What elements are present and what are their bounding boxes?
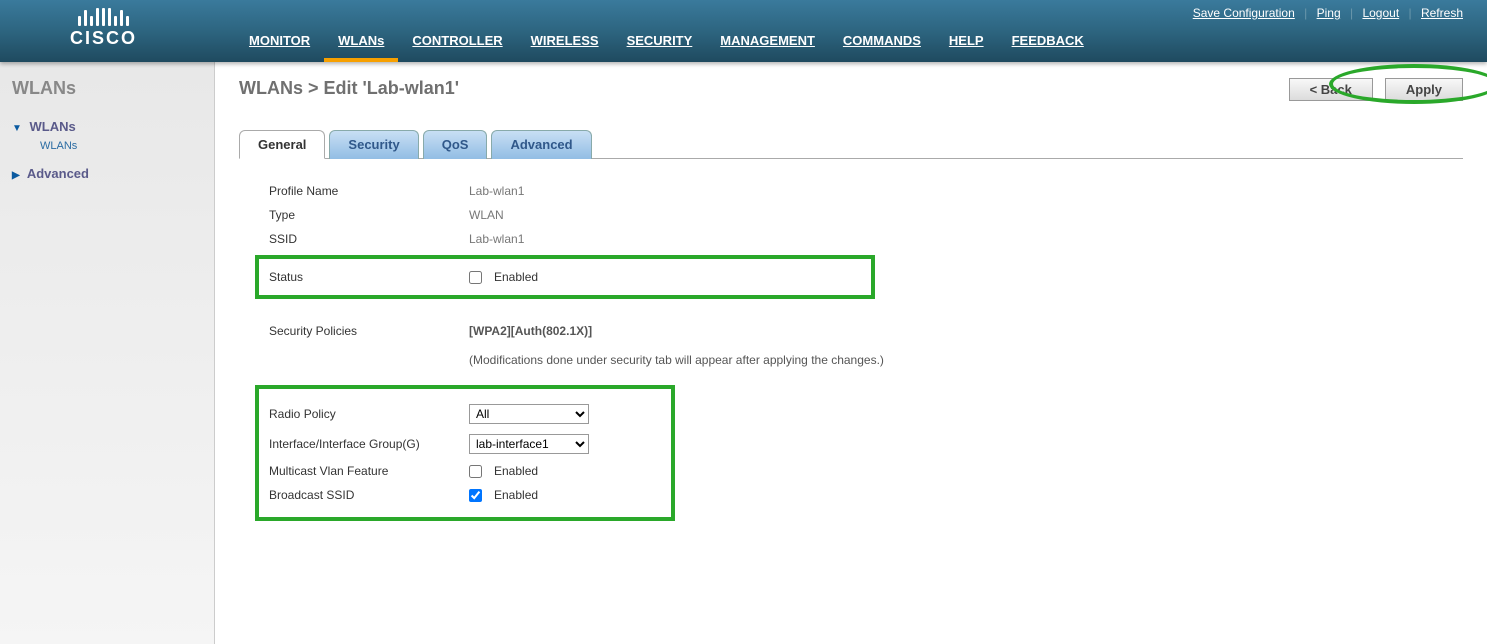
nav-feedback[interactable]: FEEDBACK (998, 21, 1098, 62)
nav-wireless[interactable]: WIRELESS (517, 21, 613, 62)
security-policies-value: [WPA2][Auth(802.1X)] (469, 324, 592, 338)
status-enabled-text: Enabled (494, 270, 538, 284)
type-value: WLAN (469, 208, 504, 222)
logout-link[interactable]: Logout (1362, 6, 1399, 20)
multicast-enabled-checkbox[interactable] (469, 465, 482, 478)
tabstrip: General Security QoS Advanced (239, 129, 1463, 159)
tab-general[interactable]: General (239, 130, 325, 159)
chevron-down-icon: ▼ (12, 123, 22, 134)
row-ssid: SSID Lab-wlan1 (269, 227, 1039, 251)
security-note: (Modifications done under security tab w… (469, 353, 1039, 367)
tab-advanced[interactable]: Advanced (491, 130, 591, 159)
nav-security[interactable]: SECURITY (613, 21, 707, 62)
status-label: Status (269, 270, 469, 284)
profile-name-value: Lab-wlan1 (469, 184, 524, 198)
nav-wlans[interactable]: WLANs (324, 21, 398, 62)
row-profile-name: Profile Name Lab-wlan1 (269, 179, 1039, 203)
sidebar-item-label: WLANs (30, 119, 76, 134)
apply-button[interactable]: Apply (1385, 78, 1463, 101)
action-buttons: < Back Apply (1289, 78, 1463, 101)
cisco-logo: CISCO (70, 8, 137, 49)
nav-commands[interactable]: COMMANDS (829, 21, 935, 62)
tab-security[interactable]: Security (329, 130, 418, 159)
row-interface: Interface/Interface Group(G) lab-interfa… (269, 429, 661, 459)
type-label: Type (269, 208, 469, 222)
policy-highlight-box: Radio Policy All Interface/Interface Gro… (255, 385, 675, 521)
row-radio-policy: Radio Policy All (269, 399, 661, 429)
broadcast-ssid-label: Broadcast SSID (269, 488, 469, 502)
main-nav: MONITOR WLANs CONTROLLER WIRELESS SECURI… (235, 21, 1098, 62)
sidebar-title: WLANs (12, 78, 202, 99)
row-security-policies: Security Policies [WPA2][Auth(802.1X)] (269, 319, 1039, 343)
nav-help[interactable]: HELP (935, 21, 998, 62)
form-area: Profile Name Lab-wlan1 Type WLAN SSID La… (239, 179, 1039, 521)
sidebar-item-label: Advanced (27, 166, 89, 181)
brand-text: CISCO (70, 28, 137, 49)
top-utility-links: Save Configuration | Ping | Logout | Ref… (1189, 6, 1467, 20)
ping-link[interactable]: Ping (1317, 6, 1341, 20)
status-enabled-checkbox[interactable] (469, 271, 482, 284)
left-sidebar: WLANs ▼ WLANs WLANs ▶ Advanced (0, 62, 215, 644)
sidebar-subitem-wlans[interactable]: WLANs (40, 140, 202, 152)
radio-policy-select[interactable]: All (469, 404, 589, 424)
nav-management[interactable]: MANAGEMENT (706, 21, 829, 62)
row-broadcast-ssid: Broadcast SSID Enabled (269, 483, 661, 507)
nav-monitor[interactable]: MONITOR (235, 21, 324, 62)
multicast-enabled-text: Enabled (494, 464, 538, 478)
nav-controller[interactable]: CONTROLLER (398, 21, 516, 62)
back-button[interactable]: < Back (1289, 78, 1373, 101)
row-status: Status Enabled (269, 265, 861, 289)
row-multicast: Multicast Vlan Feature Enabled (269, 459, 661, 483)
profile-name-label: Profile Name (269, 184, 469, 198)
sidebar-item-wlans[interactable]: ▼ WLANs (12, 119, 202, 134)
save-configuration-link[interactable]: Save Configuration (1193, 6, 1295, 20)
ssid-label: SSID (269, 232, 469, 246)
ssid-value: Lab-wlan1 (469, 232, 524, 246)
radio-policy-label: Radio Policy (269, 407, 469, 421)
sidebar-item-advanced[interactable]: ▶ Advanced (12, 166, 202, 181)
logo-bars-icon (70, 8, 137, 26)
security-policies-label: Security Policies (269, 324, 469, 338)
breadcrumb: WLANs > Edit 'Lab-wlan1' (239, 78, 459, 99)
interface-label: Interface/Interface Group(G) (269, 437, 469, 451)
row-type: Type WLAN (269, 203, 1039, 227)
refresh-link[interactable]: Refresh (1421, 6, 1463, 20)
main-content: WLANs > Edit 'Lab-wlan1' < Back Apply Ge… (215, 62, 1487, 644)
tab-qos[interactable]: QoS (423, 130, 488, 159)
interface-select[interactable]: lab-interface1 (469, 434, 589, 454)
broadcast-ssid-checkbox[interactable] (469, 489, 482, 502)
broadcast-ssid-text: Enabled (494, 488, 538, 502)
multicast-label: Multicast Vlan Feature (269, 464, 469, 478)
status-highlight-box: Status Enabled (255, 255, 875, 299)
chevron-right-icon: ▶ (12, 170, 20, 181)
top-header: CISCO Save Configuration | Ping | Logout… (0, 0, 1487, 62)
